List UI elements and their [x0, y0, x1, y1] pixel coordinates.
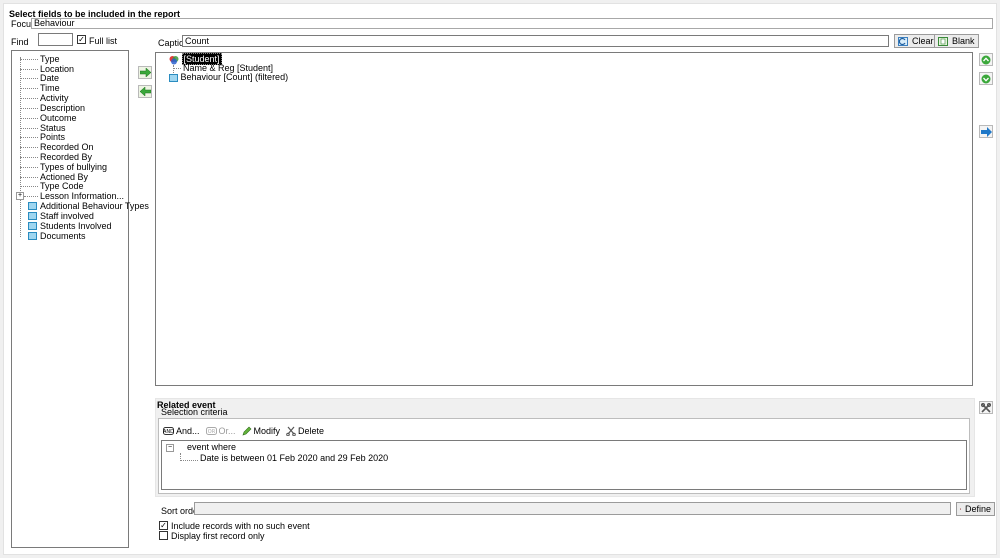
arrow-right-icon — [139, 68, 151, 77]
move-right-icon — [980, 126, 992, 137]
tree-item-label: Lesson Information... — [40, 191, 125, 201]
tree-item-label: Additional Behaviour Types — [40, 201, 149, 211]
modify-button[interactable]: Modify — [242, 426, 281, 436]
criteria-tree[interactable]: − event where Date is between 01 Feb 202… — [161, 440, 967, 490]
full-list-label: Full list — [89, 36, 118, 46]
tree-connector — [173, 68, 181, 69]
tree-item-label: Students Involved — [40, 221, 112, 231]
tree-item-label: Recorded On — [40, 142, 94, 152]
tree-item-label: Documents — [40, 231, 86, 241]
full-list-checkbox[interactable]: ✓ — [77, 35, 86, 44]
remove-field-button[interactable] — [138, 85, 152, 98]
table-icon — [169, 73, 178, 82]
expand-icon[interactable]: + — [16, 192, 24, 200]
or-label: Or... — [218, 426, 236, 436]
define-label: Define — [964, 504, 991, 514]
tree-item-label: Type Code — [40, 181, 84, 191]
tree-item-label: Outcome — [40, 113, 77, 123]
arrow-left-icon — [139, 87, 151, 96]
move-up-button[interactable] — [979, 53, 993, 66]
blank-label: Blank — [952, 36, 975, 46]
and-icon: AND — [163, 427, 174, 435]
define-icon — [960, 508, 961, 510]
tree-item-label: Points — [40, 132, 66, 142]
scissors-icon — [286, 426, 296, 436]
blank-button[interactable]: Blank — [934, 34, 979, 48]
first-record-only-checkbox[interactable] — [159, 531, 168, 540]
modify-label: Modify — [253, 426, 281, 436]
and-button[interactable]: AND And... — [163, 426, 200, 436]
criteria-root[interactable]: event where — [187, 442, 236, 452]
fields-tree[interactable]: Type Location Date Time Activity Descrip… — [11, 50, 149, 548]
criteria-date-condition[interactable]: Date is between 01 Feb 2020 and 29 Feb 2… — [200, 453, 388, 463]
tree-connector — [180, 460, 198, 461]
sort-order-field — [194, 502, 951, 515]
blank-icon — [938, 36, 948, 46]
selection-criteria-label: Selection criteria — [161, 407, 228, 417]
include-no-event-checkbox[interactable]: ✓ — [159, 521, 168, 530]
delete-label: Delete — [298, 426, 325, 436]
tree-item-label: Date — [40, 73, 60, 83]
svg-text:AND: AND — [163, 429, 174, 435]
or-button[interactable]: OR Or... — [205, 426, 236, 436]
tree-item-label: Behaviour [Count] (filtered) — [180, 72, 289, 82]
tree-item-label: Staff involved — [40, 211, 94, 221]
add-field-button[interactable] — [138, 66, 152, 79]
arrow-up-icon — [981, 55, 991, 64]
include-no-event-label: Include records with no such event — [171, 521, 310, 531]
first-record-only-label: Display first record only — [171, 531, 265, 541]
define-button[interactable]: Define — [956, 502, 995, 516]
pencil-icon — [242, 426, 251, 436]
tree-item-label: Type — [40, 54, 60, 64]
tree-item-label: Activity — [40, 93, 69, 103]
move-button[interactable] — [979, 125, 993, 138]
arrow-down-icon — [981, 74, 991, 83]
clear-label: Clear — [912, 36, 934, 46]
and-label: And... — [176, 426, 200, 436]
clear-icon — [898, 36, 908, 46]
selected-fields-tree[interactable]: [Student] Name & Reg [Student] Behaviour… — [155, 52, 973, 386]
tree-item-label: Description — [40, 103, 86, 113]
find-input[interactable] — [38, 33, 73, 46]
tree-item-label: Time — [40, 83, 60, 93]
student-icon — [169, 55, 179, 65]
caption-input[interactable]: Count — [182, 35, 889, 47]
tools-icon — [981, 402, 991, 413]
tree-item-label: Recorded By — [40, 152, 93, 162]
remove-related-event-button[interactable] — [979, 401, 993, 414]
move-down-button[interactable] — [979, 72, 993, 85]
table-icon — [28, 202, 37, 210]
focus-field: Behaviour — [31, 18, 993, 29]
clear-button[interactable]: Clear — [894, 34, 938, 48]
or-icon: OR — [205, 427, 217, 435]
criteria-toolbar: AND And... OR Or... Modify Delete — [163, 426, 324, 436]
find-label: Find — [11, 37, 29, 47]
svg-text:OR: OR — [207, 429, 215, 435]
table-icon — [28, 222, 37, 230]
table-icon — [28, 212, 37, 220]
tree-item-label: Types of bullying — [40, 162, 108, 172]
table-icon — [28, 232, 37, 240]
tree-item-behaviour-count[interactable]: Behaviour [Count] (filtered) — [169, 72, 288, 82]
delete-button[interactable]: Delete — [286, 426, 324, 436]
collapse-icon[interactable]: − — [166, 444, 174, 452]
